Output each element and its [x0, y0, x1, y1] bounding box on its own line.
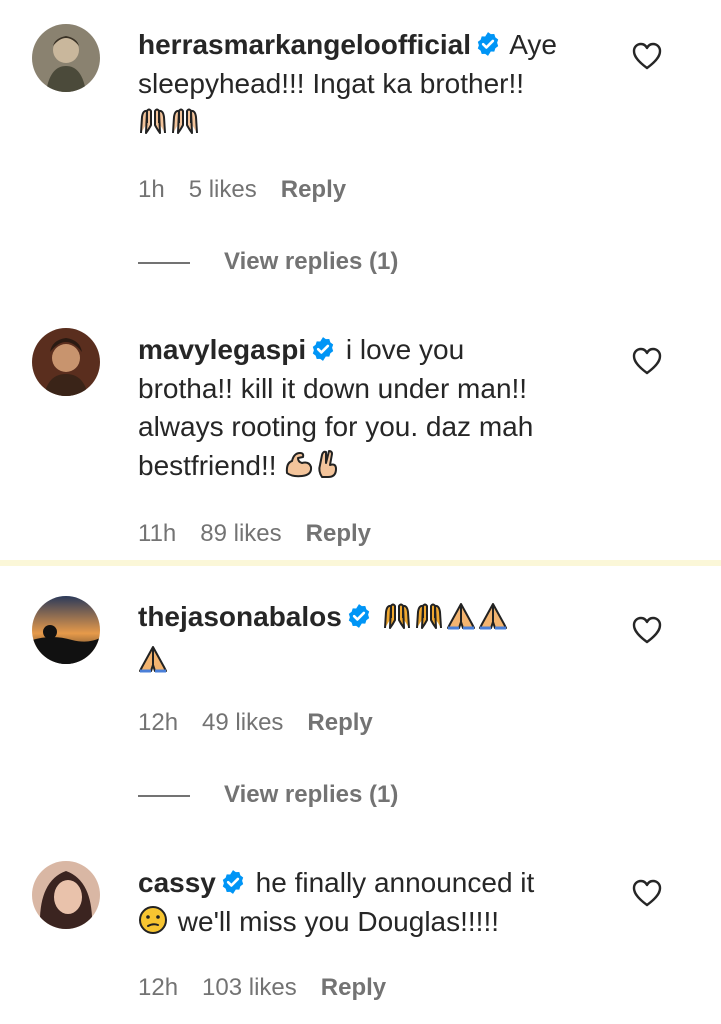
avatar[interactable]	[32, 328, 100, 396]
comment-body: he finally announced it	[255, 867, 535, 898]
comment-meta: 12h 49 likes Reply	[138, 709, 397, 737]
comment-text: herrasmarkangeloofficial Aye sleepyhead!…	[138, 26, 608, 146]
like-heart-icon[interactable]	[632, 616, 662, 644]
flexed-biceps-icon	[284, 449, 314, 490]
praise-hands-icon	[382, 600, 412, 641]
avatar[interactable]	[32, 861, 100, 929]
comment-body-line: brotha!! kill it down under man!!	[138, 372, 528, 404]
comment-time: 1h	[138, 176, 165, 203]
comment-body: i love you	[345, 334, 465, 365]
like-count[interactable]: 103 likes	[202, 974, 297, 1001]
folded-hands-icon	[446, 600, 476, 641]
like-count[interactable]: 5 likes	[189, 176, 257, 203]
verified-badge-icon	[312, 337, 334, 361]
like-count[interactable]: 89 likes	[200, 520, 281, 547]
comment-time: 11h	[138, 520, 177, 547]
divider-line	[138, 261, 190, 264]
folded-hands-icon	[138, 643, 168, 684]
verified-badge-icon	[222, 870, 244, 894]
avatar[interactable]	[32, 24, 100, 92]
comment-body-line: bestfriend!!	[138, 449, 277, 481]
folded-hands-icon	[478, 600, 508, 641]
comment-meta: 11h 89 likes Reply	[138, 520, 395, 548]
confused-face-icon	[138, 905, 168, 946]
avatar[interactable]	[32, 596, 100, 664]
verified-badge-icon	[477, 32, 499, 56]
like-count[interactable]: 49 likes	[202, 709, 283, 736]
praise-hands-icon	[138, 105, 168, 146]
view-replies-label: View replies (1)	[224, 248, 399, 275]
comment-time: 12h	[138, 709, 179, 736]
comment-text: mavylegaspi i love you brotha!! kill it …	[138, 331, 608, 489]
username[interactable]: cassy	[138, 867, 216, 898]
praise-hands-icon	[170, 105, 200, 146]
like-heart-icon[interactable]	[632, 347, 662, 375]
verified-badge-icon	[348, 604, 370, 628]
comment-text: thejasonabalos	[138, 598, 608, 683]
comment-body-line: we'll miss you Douglas!!!!!	[177, 905, 500, 937]
reply-button[interactable]: Reply	[281, 176, 346, 203]
divider-line	[138, 794, 190, 797]
like-heart-icon[interactable]	[632, 879, 662, 907]
praise-hands-icon	[414, 600, 444, 641]
reply-button[interactable]: Reply	[321, 974, 386, 1001]
comment-body-line: always rooting for you. daz mah	[138, 411, 534, 442]
username[interactable]: thejasonabalos	[138, 601, 342, 632]
comment-meta: 1h 5 likes Reply	[138, 176, 370, 204]
screenshot-seam	[0, 560, 721, 566]
username[interactable]: mavylegaspi	[138, 334, 306, 365]
reply-button[interactable]: Reply	[307, 709, 372, 736]
comment-body: Aye	[509, 29, 558, 60]
comment-time: 12h	[138, 974, 179, 1001]
comment-text: cassy he finally announced it we'll miss…	[138, 864, 608, 945]
username[interactable]: herrasmarkangeloofficial	[138, 29, 471, 60]
comment-meta: 12h 103 likes Reply	[138, 974, 410, 1002]
comment-body-line: sleepyhead!!! Ingat ka brother!!	[138, 67, 525, 99]
crossed-fingers-icon	[316, 449, 340, 490]
view-replies-button[interactable]: View replies (1)	[138, 781, 398, 809]
reply-button[interactable]: Reply	[306, 520, 371, 547]
view-replies-label: View replies (1)	[224, 781, 399, 808]
like-heart-icon[interactable]	[632, 42, 662, 70]
view-replies-button[interactable]: View replies (1)	[138, 248, 398, 276]
